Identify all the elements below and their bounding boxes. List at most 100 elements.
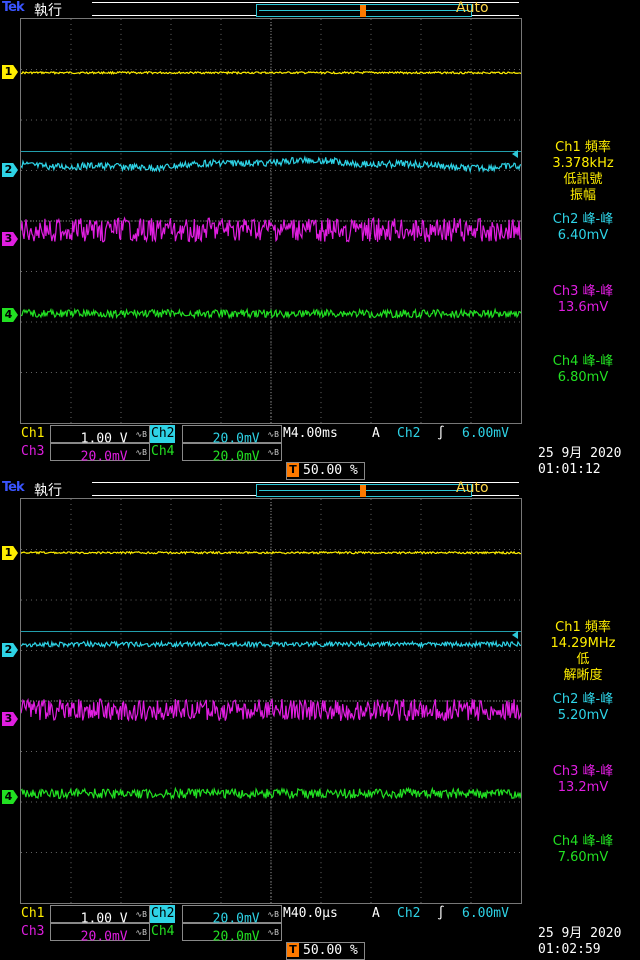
ch4-scale-value: 20.0mV xyxy=(212,929,260,945)
trigger-slope-icon[interactable]: ∫ xyxy=(437,425,445,443)
measurement-value: 5.20mV xyxy=(557,708,609,723)
ch3-scale[interactable]: 20.0mV ∿B xyxy=(50,443,150,465)
trigger-source[interactable]: Ch2 xyxy=(397,425,420,443)
date: 25 9月 2020 xyxy=(538,446,622,461)
trigger-position-marker xyxy=(360,5,366,17)
graticule xyxy=(20,18,522,424)
ch1-ground-marker[interactable]: 1 xyxy=(2,65,18,79)
ch3-label[interactable]: Ch3 xyxy=(20,443,45,461)
measurement-value: 6.80mV xyxy=(557,370,609,385)
oscilloscope-screen-1: Tek 執行 Auto T 1 2 3 4 Ch1 頻率 3.378kHz 低訊… xyxy=(0,0,640,480)
trigger-t-icon: T xyxy=(287,943,299,957)
measurement-label: Ch4 峰-峰 xyxy=(552,354,614,369)
measurement-ch2: Ch2 峰-峰 5.20mV xyxy=(526,692,640,724)
ch2-ground-marker[interactable]: 2 xyxy=(2,643,18,657)
ch1-label[interactable]: Ch1 xyxy=(20,425,45,443)
trigger-mode[interactable]: Auto xyxy=(456,0,489,16)
trigger-position-value: 50.00 % xyxy=(303,943,358,958)
ch3-ground-marker[interactable]: 3 xyxy=(2,232,18,246)
measurement-label: Ch4 峰-峰 xyxy=(552,834,614,849)
trigger-coupling: A xyxy=(372,906,380,921)
measurement-value: 13.6mV xyxy=(557,300,609,315)
record-length-bar xyxy=(92,2,519,17)
bandwidth-limit-icon: ∿B xyxy=(135,430,147,439)
ch1-waveform xyxy=(21,70,521,75)
measurement-label: Ch3 峰-峰 xyxy=(552,284,614,299)
trigger-level[interactable]: 6.00mV xyxy=(462,905,509,923)
ch4-label[interactable]: Ch4 xyxy=(150,923,175,941)
settings-row-1: Ch1 1.00 V ∿B Ch2 20.0mV ∿B M40.0µs A Ch… xyxy=(0,905,640,926)
ch3-scale-value: 20.0mV xyxy=(80,449,128,465)
measurement-label: Ch1 頻率 xyxy=(555,140,611,155)
measurement-label: Ch3 峰-峰 xyxy=(552,764,614,779)
run-state[interactable]: 執行 xyxy=(34,480,62,500)
ch1-scale[interactable]: 1.00 V ∿B xyxy=(50,425,150,446)
ch2-ground-marker[interactable]: 2 xyxy=(2,163,18,177)
measurement-ch1: Ch1 頻率 14.29MHz 低 解晰度 xyxy=(526,620,640,684)
status-bar: Tek 執行 Auto xyxy=(0,0,640,20)
measurement-value: 13.2mV xyxy=(557,780,609,795)
trigger-level-marker[interactable] xyxy=(512,150,518,158)
trigger-mode[interactable]: Auto xyxy=(456,480,489,496)
ch3-label[interactable]: Ch3 xyxy=(20,923,45,941)
ch3-scale-value: 20.0mV xyxy=(80,929,128,945)
trigger-t-icon: T xyxy=(287,463,299,477)
trigger-coupling: A xyxy=(372,426,380,441)
ch2-scale[interactable]: 20.0mV ∿B xyxy=(182,425,282,446)
measurement-ch3: Ch3 峰-峰 13.2mV xyxy=(526,764,640,796)
record-length-bar xyxy=(92,482,519,497)
trigger-position-readout[interactable]: T 50.00 % xyxy=(286,462,365,480)
ch1-waveform xyxy=(21,550,521,555)
measurement-note: 低 xyxy=(576,652,590,667)
bandwidth-limit-icon: ∿B xyxy=(267,430,279,439)
ch1-label[interactable]: Ch1 xyxy=(20,905,45,923)
ch1-ground-marker[interactable]: 1 xyxy=(2,546,18,560)
timebase[interactable]: M4.00ms xyxy=(283,425,338,443)
measurement-note: 低訊號 xyxy=(563,172,603,187)
ch2-scale[interactable]: 20.0mV ∿B xyxy=(182,905,282,926)
datetime: 25 9月 2020 01:02:59 xyxy=(538,926,621,958)
measurement-value: 7.60mV xyxy=(557,850,609,865)
measurement-ch2: Ch2 峰-峰 6.40mV xyxy=(526,212,640,244)
run-state[interactable]: 執行 xyxy=(34,0,62,20)
trigger-position-readout[interactable]: T 50.00 % xyxy=(286,942,365,960)
ch4-ground-marker[interactable]: 4 xyxy=(2,790,18,804)
trigger-position-value: 50.00 % xyxy=(303,463,358,478)
measurement-ch4: Ch4 峰-峰 7.60mV xyxy=(526,834,640,866)
bandwidth-limit-icon: ∿B xyxy=(135,448,147,457)
trigger-slope-icon[interactable]: ∫ xyxy=(437,905,445,923)
ch3-scale[interactable]: 20.0mV ∿B xyxy=(50,923,150,945)
timebase[interactable]: M40.0µs xyxy=(283,905,338,923)
measurement-value: 14.29MHz xyxy=(550,636,616,651)
bandwidth-limit-icon: ∿B xyxy=(135,910,147,919)
ch2-label[interactable]: Ch2 xyxy=(150,425,176,443)
measurement-ch1: Ch1 頻率 3.378kHz 低訊號 振幅 xyxy=(526,140,640,204)
date: 25 9月 2020 xyxy=(538,926,622,941)
measurement-ch3: Ch3 峰-峰 13.6mV xyxy=(526,284,640,316)
measurement-note: 振幅 xyxy=(569,188,596,203)
trigger-level[interactable]: 6.00mV xyxy=(462,425,509,443)
trigger-source[interactable]: Ch2 xyxy=(397,905,420,923)
ch4-scale[interactable]: 20.0mV ∿B xyxy=(182,443,282,465)
measurement-label: Ch2 峰-峰 xyxy=(552,212,614,227)
ch2-label[interactable]: Ch2 xyxy=(150,905,176,923)
bandwidth-limit-icon: ∿B xyxy=(135,928,147,937)
datetime: 25 9月 2020 01:01:12 xyxy=(538,446,621,478)
ch4-scale-value: 20.0mV xyxy=(212,449,260,465)
ch3-ground-marker[interactable]: 3 xyxy=(2,712,18,726)
settings-row-1: Ch1 1.00 V ∿B Ch2 20.0mV ∿B M4.00ms A Ch… xyxy=(0,425,640,446)
trigger-level-marker[interactable] xyxy=(512,631,518,639)
trigger-position-marker xyxy=(360,485,366,497)
waveform-display xyxy=(21,499,521,903)
tek-logo: Tek xyxy=(2,0,25,15)
measurement-value: 3.378kHz xyxy=(552,156,614,171)
status-bar: Tek 執行 Auto xyxy=(0,480,640,500)
ch4-scale[interactable]: 20.0mV ∿B xyxy=(182,923,282,945)
ch1-scale[interactable]: 1.00 V ∿B xyxy=(50,905,150,926)
measurement-ch4: Ch4 峰-峰 6.80mV xyxy=(526,354,640,386)
bandwidth-limit-icon: ∿B xyxy=(267,448,279,457)
measurement-note: 解晰度 xyxy=(563,668,603,683)
bandwidth-limit-icon: ∿B xyxy=(267,928,279,937)
ch4-label[interactable]: Ch4 xyxy=(150,443,175,461)
ch4-ground-marker[interactable]: 4 xyxy=(2,308,18,322)
